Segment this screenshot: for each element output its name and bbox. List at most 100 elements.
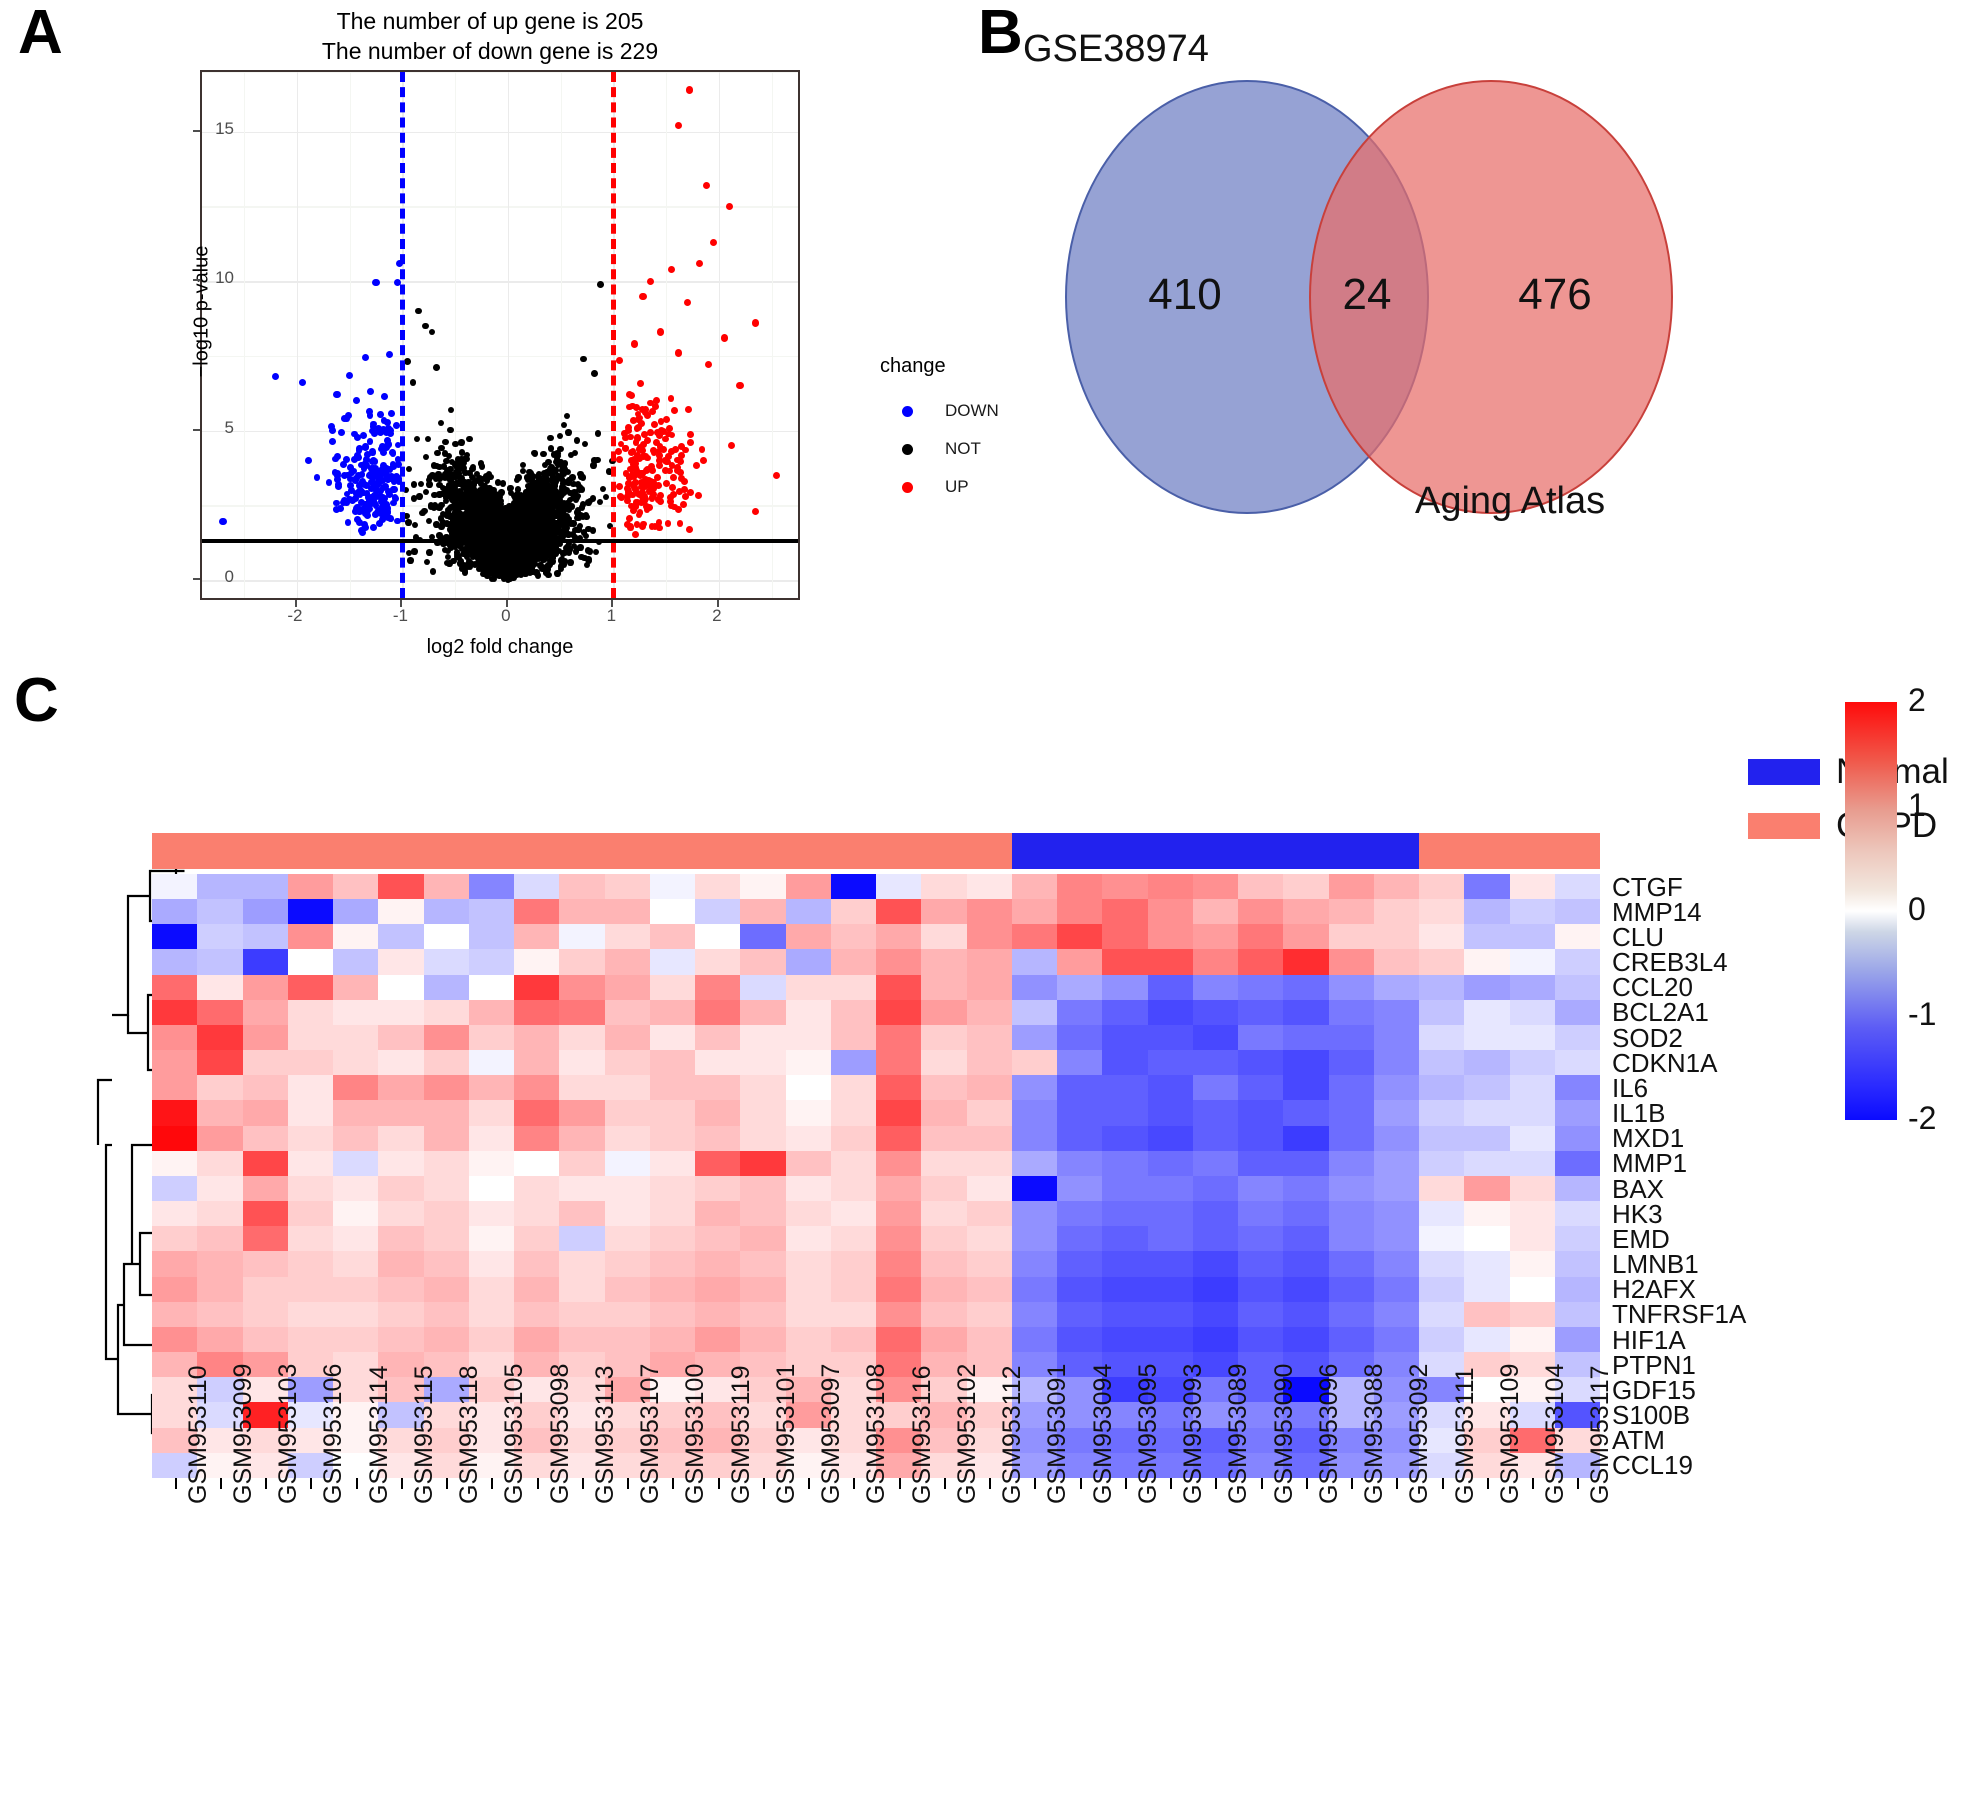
volcano-point	[657, 498, 665, 505]
heatmap-cell	[468, 1175, 514, 1202]
volcano-point	[685, 526, 693, 533]
volcano-point	[623, 485, 631, 492]
heatmap-cell	[604, 1100, 650, 1126]
heatmap-cell	[921, 1251, 967, 1277]
volcano-x-tick: 1	[606, 606, 617, 625]
volcano-point	[565, 429, 572, 436]
heatmap-cell	[378, 899, 424, 925]
volcano-point	[540, 450, 547, 458]
heatmap-cell	[649, 1301, 695, 1327]
heatmap-cell	[740, 1226, 786, 1252]
heatmap-cell	[1509, 1201, 1555, 1227]
heatmap-cell	[1283, 1175, 1329, 1202]
heatmap-cell	[1147, 1175, 1193, 1202]
heatmap-cell	[604, 1201, 650, 1227]
heatmap-cell	[333, 1326, 379, 1353]
heatmap-cell	[468, 1301, 514, 1327]
volcano-point	[377, 411, 384, 419]
heatmap-cell	[1147, 1251, 1193, 1277]
heatmap-cell	[1192, 974, 1238, 1000]
heatmap-cell	[197, 924, 243, 950]
heatmap-cell	[1554, 924, 1600, 950]
volcano-point	[634, 434, 641, 442]
heatmap-cell	[514, 924, 560, 950]
heatmap-cell	[966, 1075, 1012, 1101]
heatmap-cell	[1283, 1050, 1329, 1076]
volcano-point	[329, 438, 336, 446]
volcano-point	[650, 446, 657, 454]
volcano-point	[525, 563, 532, 570]
heatmap-cell	[695, 1150, 741, 1176]
volcano-point	[333, 506, 340, 514]
heatmap-cell	[966, 1125, 1012, 1151]
heatmap-cell	[1554, 1024, 1600, 1051]
heatmap-cell	[695, 949, 741, 975]
heatmap-cell	[1238, 1175, 1284, 1202]
volcano-point	[424, 558, 431, 566]
heatmap-cell	[1328, 974, 1374, 1000]
heatmap-cell	[1011, 1125, 1057, 1151]
volcano-y-tick: 0	[224, 567, 234, 587]
volcano-y-tick: 15	[215, 118, 234, 138]
heatmap-cell	[1057, 1075, 1103, 1101]
volcano-point	[661, 435, 669, 443]
heatmap-cell	[1554, 1251, 1600, 1277]
sample-label: GSM953104	[1541, 1363, 1570, 1504]
heatmap-cell	[1328, 924, 1374, 950]
heatmap-cell	[921, 974, 967, 1000]
heatmap-cell	[830, 1226, 876, 1252]
heatmap-cell	[559, 1276, 605, 1302]
volcano-point	[626, 403, 634, 411]
heatmap-cell	[604, 899, 650, 925]
heatmap-cell	[378, 1125, 424, 1151]
sample-tickmark	[1305, 1478, 1308, 1489]
heatmap-cell	[468, 999, 514, 1025]
gridline-horizontal-minor	[202, 355, 798, 358]
heatmap-cell	[1102, 1226, 1148, 1252]
heatmap-cell	[604, 1175, 650, 1202]
volcano-x-tick: -2	[287, 606, 303, 625]
heatmap-cell	[1238, 899, 1284, 925]
volcano-point	[675, 122, 683, 130]
volcano-point	[361, 504, 369, 512]
panel-b-venn-diagram: B 410 24 476 GSE38974 Aging Atlas	[960, 0, 1965, 600]
volcano-point	[356, 491, 364, 498]
heatmap-cell	[242, 1100, 288, 1126]
heatmap-cell	[152, 899, 198, 925]
volcano-point	[497, 558, 504, 565]
heatmap-cell	[423, 1125, 469, 1151]
heatmap-cell	[1373, 974, 1419, 1000]
volcano-point	[407, 557, 414, 564]
volcano-point	[350, 456, 358, 464]
volcano-point	[425, 435, 432, 442]
heatmap-cell	[1102, 1326, 1148, 1353]
heatmap-cell	[1057, 1175, 1103, 1202]
heatmap-cell	[649, 1226, 695, 1252]
heatmap-cell	[876, 874, 922, 900]
heatmap-cell	[468, 1276, 514, 1302]
gridline-vertical	[296, 72, 299, 598]
heatmap-cell	[1057, 1150, 1103, 1176]
heatmap-cell	[287, 1125, 333, 1151]
heatmap-cell	[1011, 999, 1057, 1025]
heatmap-cell	[695, 924, 741, 950]
sample-tickmark	[1260, 1478, 1263, 1489]
volcano-x-tickmark	[505, 600, 508, 607]
volcano-point	[640, 453, 647, 461]
heatmap-cell	[1011, 1075, 1057, 1101]
heatmap-cell	[1464, 924, 1510, 950]
heatmap-cell	[333, 1075, 379, 1101]
volcano-point	[422, 453, 429, 460]
volcano-point	[578, 473, 585, 480]
heatmap-cell	[559, 1050, 605, 1076]
heatmap-cell	[1464, 1175, 1510, 1202]
heatmap-cell	[468, 974, 514, 1000]
heatmap-cell	[378, 1301, 424, 1327]
heatmap-cell	[966, 1251, 1012, 1277]
heatmap-cell	[1102, 974, 1148, 1000]
heatmap-cell	[1509, 1150, 1555, 1176]
volcano-point	[659, 446, 667, 453]
volcano-point	[580, 355, 588, 363]
volcano-point	[376, 493, 384, 501]
heatmap-cell	[966, 1276, 1012, 1302]
